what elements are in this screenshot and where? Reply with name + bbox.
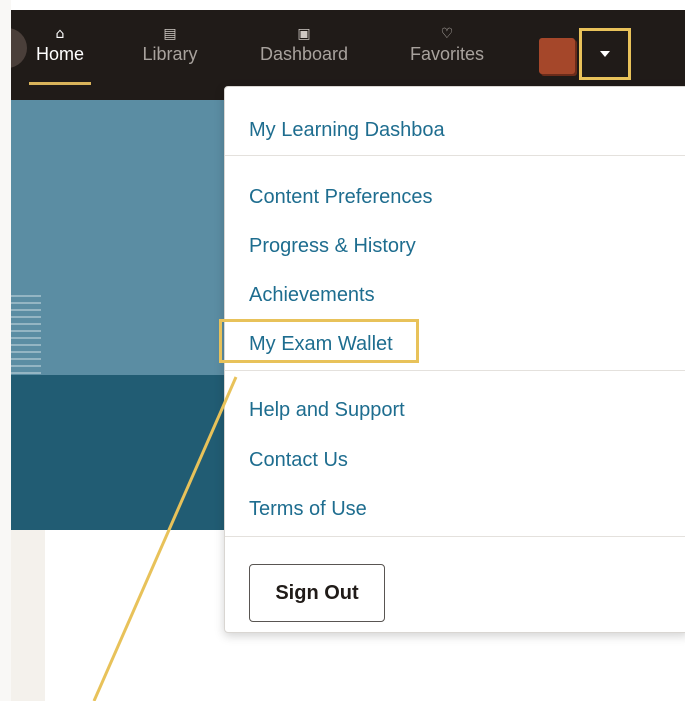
nav-item-favorites[interactable]: ♡ Favorites (399, 24, 495, 84)
redaction-mask (479, 127, 649, 149)
nav-label-dashboard: Dashboard (259, 44, 349, 64)
heart-icon: ♡ (440, 26, 454, 42)
user-menu-dropdown: My Learning Dashboa Content Preferences … (219, 86, 685, 633)
nav-label-favorites: Favorites (409, 44, 485, 64)
profile-avatar-partial (11, 28, 27, 68)
menu-item-help-support[interactable]: Help and Support (249, 399, 405, 422)
page: ⌂ Home ▤ Library ▣ Dashboard ♡ Favorites… (11, 0, 685, 701)
menu-item-learning-dashboard[interactable]: My Learning Dashboa (249, 119, 445, 142)
side-panel-strip (11, 530, 45, 701)
sign-out-button[interactable]: Sign Out (249, 564, 385, 622)
caret-down-icon (600, 51, 610, 57)
menu-item-terms-of-use[interactable]: Terms of Use (249, 498, 367, 521)
active-tab-indicator (29, 82, 91, 85)
home-icon: ⌂ (55, 26, 65, 42)
menu-divider (225, 155, 685, 156)
user-avatar[interactable] (539, 38, 575, 74)
nav-item-dashboard[interactable]: ▣ Dashboard (248, 24, 360, 84)
exam-wallet-highlight (219, 319, 419, 363)
menu-divider (225, 536, 685, 537)
book-icon: ▤ (163, 26, 177, 42)
menu-item-achievements[interactable]: Achievements (249, 284, 375, 307)
nav-label-home: Home (35, 44, 84, 64)
dashboard-icon: ▣ (297, 26, 311, 42)
menu-item-contact-us[interactable]: Contact Us (249, 449, 348, 472)
menu-item-progress-history[interactable]: Progress & History (249, 235, 416, 258)
nav-item-home[interactable]: ⌂ Home (29, 24, 91, 85)
nav-label-library: Library (142, 44, 198, 64)
menu-divider (225, 370, 685, 371)
menu-item-content-preferences[interactable]: Content Preferences (249, 186, 432, 209)
user-menu-dropdown-button[interactable] (579, 28, 631, 80)
nav-item-library[interactable]: ▤ Library (131, 24, 209, 84)
